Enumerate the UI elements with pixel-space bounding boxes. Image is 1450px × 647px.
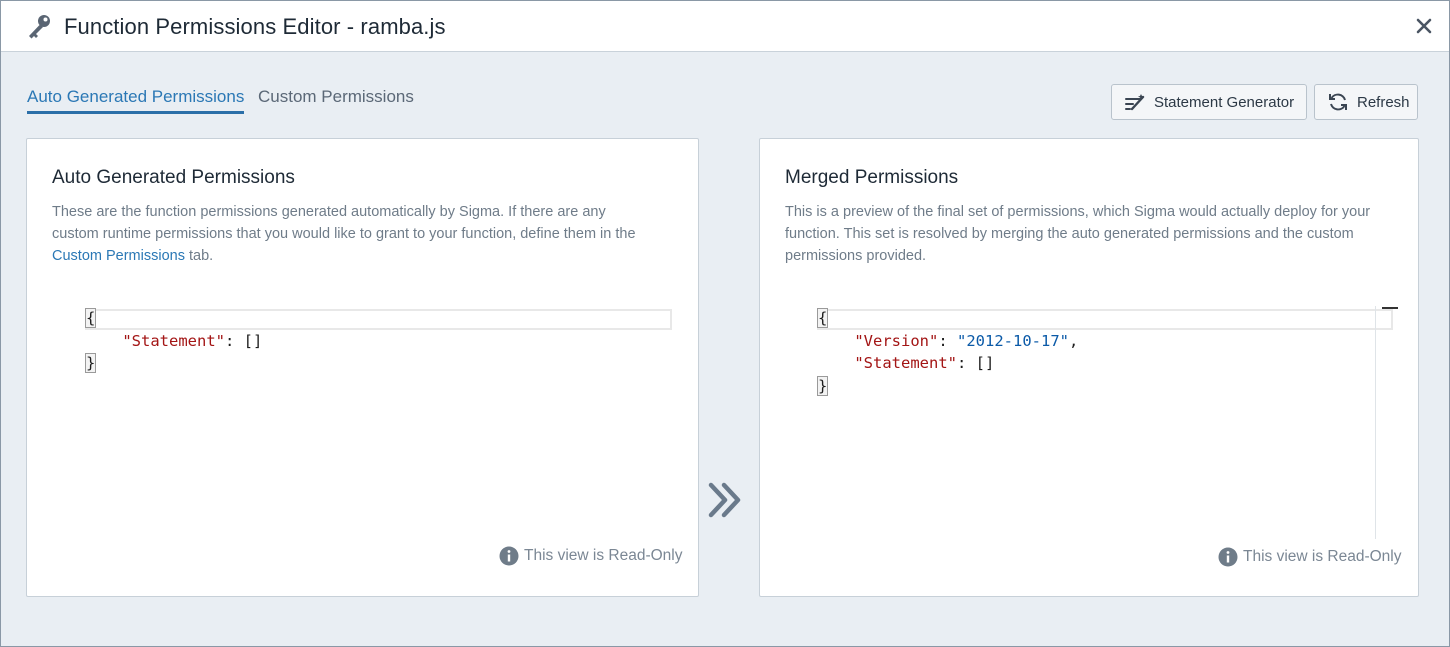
merged-desc-line-3: permissions provided. <box>785 248 927 264</box>
readonly-label: This view is Read-Only <box>1243 548 1402 565</box>
dialog-title: Function Permissions Editor - ramba.js <box>64 14 446 39</box>
code-line: { <box>817 307 1078 330</box>
double-chevron-right-icon <box>708 482 741 518</box>
editor-scrollbar[interactable] <box>1375 306 1376 539</box>
auto-desc-tail: tab. <box>184 248 214 264</box>
json-comma: , <box>1068 331 1079 350</box>
auto-desc-line-3: Custom Permissions tab. <box>52 245 682 267</box>
readonly-label: This view is Read-Only <box>524 547 683 564</box>
merged-desc-line-1: This is a preview of the final set of pe… <box>785 204 1371 220</box>
close-brace: } <box>85 353 97 373</box>
auto-generated-panel: Auto Generated Permissions These are the… <box>26 138 699 597</box>
merged-readonly-note: This view is Read-Only <box>1218 547 1402 567</box>
permissions-dialog: Function Permissions Editor - ramba.js A… <box>0 0 1450 647</box>
auto-panel-description: These are the function permissions gener… <box>52 201 682 267</box>
code-line: } <box>817 375 1078 398</box>
title-bar: Function Permissions Editor - ramba.js <box>1 1 1449 52</box>
key-icon <box>29 15 50 39</box>
merged-desc-line-2: function. This set is resolved by mergin… <box>785 226 1354 242</box>
auto-json-editor[interactable]: { "Statement": [] } <box>85 307 262 375</box>
refresh-button[interactable]: Refresh <box>1314 84 1418 120</box>
open-brace: { <box>85 308 97 328</box>
merged-panel-title: Merged Permissions <box>785 167 959 188</box>
json-string: "2012-10-17" <box>957 331 1069 350</box>
close-icon[interactable] <box>1413 15 1435 37</box>
tab-auto-generated-permissions[interactable]: Auto Generated Permissions <box>27 87 245 114</box>
json-value: : [] <box>956 354 995 372</box>
magic-wand-icon <box>1125 94 1145 111</box>
statement-generator-label: Statement Generator <box>1154 93 1295 111</box>
auto-readonly-note: This view is Read-Only <box>499 546 683 566</box>
auto-desc-line-1: These are the function permissions gener… <box>52 204 606 220</box>
merged-panel: Merged Permissions This is a preview of … <box>759 138 1419 597</box>
auto-desc-line-2: custom runtime permissions that you woul… <box>52 226 636 242</box>
code-line: "Version": "2012-10-17", <box>817 330 1078 353</box>
info-icon <box>1218 547 1238 567</box>
refresh-icon <box>1329 93 1347 111</box>
code-line: "Statement": [] <box>817 352 1078 375</box>
open-brace: { <box>817 308 829 328</box>
json-value: : [] <box>224 331 263 350</box>
json-separator: : <box>938 331 957 350</box>
code-line: { <box>85 307 262 330</box>
json-key: "Statement" <box>854 354 957 372</box>
json-key: "Version" <box>854 331 939 350</box>
merged-json-editor[interactable]: { "Version": "2012-10-17", "Statement": … <box>817 307 1078 397</box>
code-line: "Statement": [] <box>85 330 262 353</box>
merged-panel-description: This is a preview of the final set of pe… <box>785 201 1405 267</box>
info-icon <box>499 546 519 566</box>
overview-ruler-marker <box>1382 307 1398 309</box>
auto-panel-title: Auto Generated Permissions <box>52 167 295 188</box>
close-brace: } <box>817 375 829 396</box>
tab-custom-permissions[interactable]: Custom Permissions <box>258 87 414 114</box>
refresh-label: Refresh <box>1357 93 1410 111</box>
code-line: } <box>85 352 262 375</box>
statement-generator-button[interactable]: Statement Generator <box>1111 84 1307 120</box>
json-key: "Statement" <box>122 331 225 350</box>
custom-permissions-link[interactable]: Custom Permissions <box>52 248 185 264</box>
